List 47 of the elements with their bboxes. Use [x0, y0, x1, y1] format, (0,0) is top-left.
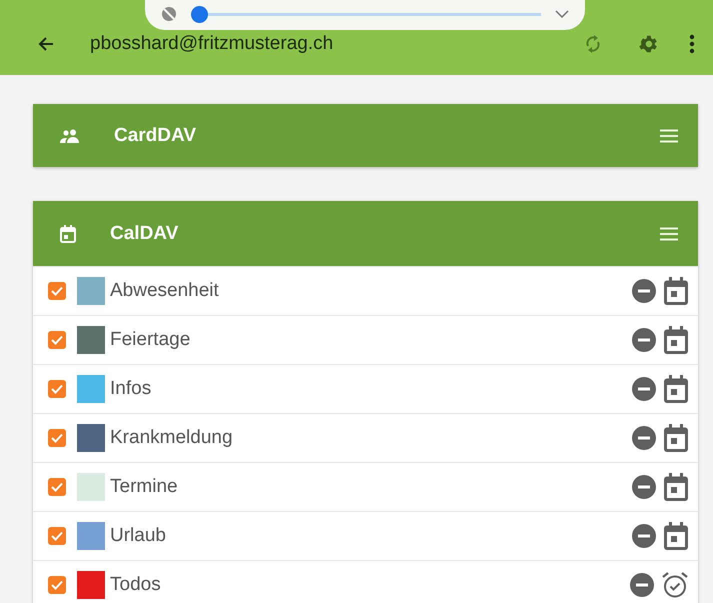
- calendar-row[interactable]: Feiertage: [33, 315, 698, 364]
- back-arrow-icon[interactable]: [38, 36, 54, 52]
- checkbox[interactable]: [48, 576, 66, 594]
- alarm-clock-icon: [662, 572, 688, 598]
- chevron-down-icon[interactable]: [555, 10, 569, 18]
- calendar-name: Todos: [110, 574, 162, 596]
- calendar-row[interactable]: Urlaub: [33, 511, 698, 560]
- calendar-name: Infos: [110, 378, 152, 400]
- remove-icon[interactable]: [632, 524, 656, 548]
- calendar-name: Termine: [110, 476, 179, 498]
- remove-icon[interactable]: [632, 475, 656, 499]
- checkbox[interactable]: [48, 282, 66, 300]
- checkbox[interactable]: [48, 527, 66, 545]
- calendar-row[interactable]: Abwesenheit: [33, 266, 698, 315]
- slider-thumb[interactable]: [191, 6, 208, 22]
- calendar-icon: [664, 326, 688, 354]
- more-menu-icon[interactable]: [689, 34, 695, 54]
- remove-icon[interactable]: [632, 377, 656, 401]
- calendar-row[interactable]: Krankmeldung: [33, 413, 698, 462]
- card-title: CardDAV: [114, 124, 197, 146]
- checkbox[interactable]: [48, 331, 66, 349]
- remove-icon[interactable]: [632, 426, 656, 450]
- calendar-row[interactable]: Infos: [33, 364, 698, 413]
- checkbox[interactable]: [48, 478, 66, 496]
- calendar-icon: [664, 277, 688, 305]
- calendar-row[interactable]: Todos: [33, 560, 698, 603]
- calendar-icon: [664, 424, 688, 452]
- account-title: pbosshard@fritzmusterag.ch: [90, 32, 334, 54]
- calendar-name: Feiertage: [110, 329, 192, 351]
- calendar-name: Krankmeldung: [110, 427, 234, 449]
- card-title: CalDAV: [110, 222, 180, 244]
- checkbox[interactable]: [48, 380, 66, 398]
- calendar-icon: [664, 375, 688, 403]
- remove-icon[interactable]: [632, 279, 656, 303]
- people-icon: [60, 128, 80, 142]
- remove-icon[interactable]: [630, 573, 654, 597]
- calendar-icon: [664, 473, 688, 501]
- calendar-icon: [60, 224, 76, 242]
- calendar-name: Abwesenheit: [110, 280, 220, 302]
- menu-icon[interactable]: [660, 226, 678, 240]
- remove-icon[interactable]: [632, 328, 656, 352]
- calendar-icon: [664, 522, 688, 550]
- sync-icon[interactable]: [585, 34, 601, 54]
- menu-icon[interactable]: [660, 128, 678, 142]
- checkbox[interactable]: [48, 429, 66, 447]
- calendar-name: Urlaub: [110, 525, 167, 547]
- calendar-row[interactable]: Termine: [33, 462, 698, 511]
